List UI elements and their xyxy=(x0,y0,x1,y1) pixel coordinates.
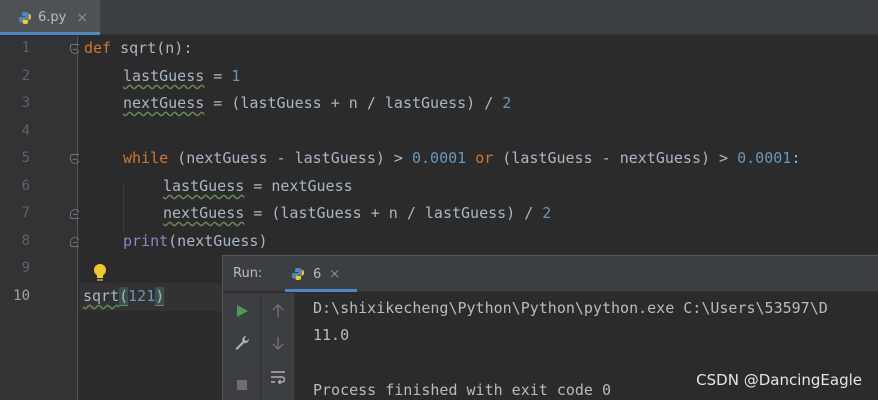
editor-tab-6py[interactable]: 6.py × xyxy=(0,0,100,35)
number-literal: 0.0001 xyxy=(737,149,792,167)
run-toolbar-left xyxy=(223,293,261,400)
watermark: CSDN @DancingEagle xyxy=(696,371,862,389)
console-output-line: Process finished with exit code 0 xyxy=(313,381,612,399)
line-number: 2 xyxy=(21,68,30,84)
number-literal: 121 xyxy=(128,287,156,305)
code-text: (lastGuess - nextGuess) > xyxy=(493,149,738,167)
code-line-1: def sqrt(n): xyxy=(84,38,192,58)
code-line-3: nextGuess = (lastGuess + n / lastGuess) … xyxy=(123,93,511,113)
line-number: 1 xyxy=(21,40,30,56)
python-file-icon xyxy=(292,268,304,280)
arrow-up-icon[interactable] xyxy=(266,299,290,323)
run-header: Run: 6 × xyxy=(223,256,878,292)
line-number: 6 xyxy=(21,178,30,194)
variable: lastGuess xyxy=(123,67,205,85)
run-tab-label: 6 xyxy=(313,266,322,282)
number-literal: 0.0001 xyxy=(412,149,467,167)
variable: nextGuess xyxy=(123,94,205,112)
code-text: (nextGuess) xyxy=(168,232,268,250)
wrench-icon[interactable] xyxy=(230,331,254,355)
editor-tab-label: 6.py xyxy=(38,10,67,25)
code-text: = nextGuess xyxy=(244,177,353,195)
stop-icon[interactable] xyxy=(230,373,254,397)
code-line-7: nextGuess = (lastGuess + n / lastGuess) … xyxy=(163,203,551,223)
console-output-line: D:\shixikecheng\Python\Python\python.exe… xyxy=(313,299,828,317)
close-icon[interactable]: × xyxy=(76,10,88,26)
run-icon[interactable] xyxy=(230,299,254,323)
code-line-8: print(nextGuess) xyxy=(123,231,268,251)
variable: nextGuess xyxy=(163,204,245,222)
code-line-6: lastGuess = nextGuess xyxy=(163,176,353,196)
run-config-tab[interactable]: 6 × xyxy=(285,256,357,292)
close-icon[interactable]: × xyxy=(329,267,340,282)
editor-tab-bar: 6.py × xyxy=(0,0,878,35)
code-line-2: lastGuess = 1 xyxy=(123,66,240,86)
line-number: 8 xyxy=(21,233,30,249)
function-call: sqrt xyxy=(83,287,120,305)
number-literal: 2 xyxy=(502,94,512,112)
function-name: sqrt xyxy=(120,39,157,57)
line-number-gutter: 1 2 3 4 5 6 7 8 9 10 xyxy=(0,36,80,400)
code-text: = (lastGuess + n / lastGuess) / xyxy=(204,94,503,112)
indent-guide xyxy=(123,184,124,232)
keyword: while xyxy=(123,149,169,167)
lightbulb-icon[interactable] xyxy=(92,263,108,283)
console-output-line: 11.0 xyxy=(313,326,350,344)
variable: lastGuess xyxy=(163,177,245,195)
paren-match: ( xyxy=(119,287,129,306)
paren-match: ) xyxy=(155,287,165,306)
line-number: 10 xyxy=(13,288,30,304)
run-toolbar-right xyxy=(261,293,295,400)
python-file-icon xyxy=(19,11,31,24)
builtin: print xyxy=(123,232,169,250)
code-text: : xyxy=(791,149,801,167)
number-literal: 1 xyxy=(231,67,241,85)
code-line-10: sqrt(121) xyxy=(83,286,165,306)
run-title: Run: xyxy=(233,266,263,281)
line-number: 5 xyxy=(21,150,30,166)
keyword: def xyxy=(84,39,112,57)
code-text: (nextGuess - lastGuess) > xyxy=(168,149,412,167)
code-line-5: while (nextGuess - lastGuess) > 0.0001 o… xyxy=(123,148,800,168)
number-literal: 2 xyxy=(542,204,552,222)
line-number: 9 xyxy=(21,260,30,276)
line-number: 7 xyxy=(21,205,30,221)
code-text: = (lastGuess + n / lastGuess) / xyxy=(244,204,543,222)
soft-wrap-icon[interactable] xyxy=(266,365,290,389)
arrow-down-icon[interactable] xyxy=(266,331,290,355)
code-text: (n): xyxy=(156,39,193,57)
keyword: or xyxy=(466,149,494,167)
line-number: 4 xyxy=(21,123,30,139)
code-text: = xyxy=(204,67,232,85)
line-number: 3 xyxy=(21,95,30,111)
